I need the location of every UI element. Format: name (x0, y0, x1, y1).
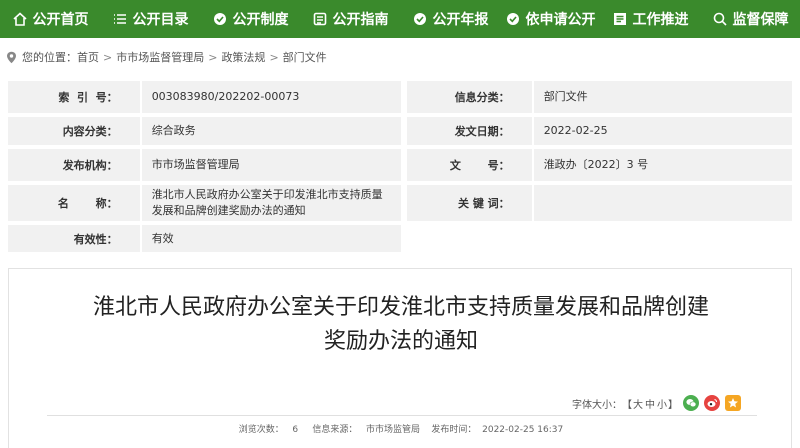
doc-number-label: 文 号： (406, 149, 532, 181)
nav-apply-label: 依申请公开 (525, 12, 596, 28)
issue-date-label: 发文日期： (406, 117, 532, 145)
doc-number-value: 淮政办〔2022〕3 号 (533, 149, 792, 181)
breadcrumb-separator: > (103, 50, 113, 64)
validity-value: 有效 (141, 225, 401, 252)
issue-date-value: 2022-02-25 (533, 117, 792, 145)
article-meta: 浏览次数： 6 信息来源： 市市场监管局 发布时间： 2022-02-25 16… (238, 425, 564, 435)
nav-annual-report[interactable]: 公开年报 (400, 0, 500, 38)
nav-apply[interactable]: 依申请公开 (500, 0, 600, 38)
article-title-line1: 淮北市人民政府办公室关于印发淮北市支持质量发展和品牌创建 (92, 295, 709, 320)
list-icon (112, 11, 128, 27)
article-divider (47, 415, 757, 416)
content-category-label: 内容分类： (8, 117, 140, 145)
font-size-large-button[interactable]: 大 (633, 396, 643, 411)
breadcrumb-bureau[interactable]: 市市场监督管理局 (116, 49, 204, 65)
nav-institution[interactable]: 公开制度 (200, 0, 300, 38)
nav-progress-label: 工作推进 (632, 12, 689, 28)
qzone-share-icon[interactable] (725, 395, 741, 411)
category-value: 部门文件 (533, 81, 792, 113)
nav-home[interactable]: 公开首页 (0, 0, 100, 38)
report-icon (412, 11, 428, 27)
content-category-value: 综合政务 (141, 117, 401, 145)
article-tools: 字体大小： 【 大 中 小 】 (572, 395, 741, 411)
validity-label: 有效性： (8, 225, 140, 252)
institution-icon (212, 11, 228, 27)
article-title-line2: 奖励办法的通知 (323, 329, 478, 354)
publisher-value: 市市场监督管理局 (141, 149, 401, 181)
progress-icon (612, 11, 628, 27)
wechat-share-icon[interactable] (683, 395, 699, 411)
doc-name-value: 淮北市人民政府办公室关于印发淮北市支持质量发展和品牌创建奖励办法的通知 (141, 185, 401, 221)
nav-home-label: 公开首页 (32, 12, 89, 28)
category-label: 信息分类： (406, 81, 532, 113)
breadcrumb-home[interactable]: 首页 (77, 49, 99, 65)
nav-annual-report-label: 公开年报 (432, 12, 489, 28)
breadcrumb-separator: > (269, 50, 279, 64)
article-title: 淮北市人民政府办公室关于印发淮北市支持质量发展和品牌创建 奖励办法的通知 (9, 291, 793, 359)
font-size-medium-button[interactable]: 中 (645, 396, 655, 411)
breadcrumb-separator: > (208, 50, 218, 64)
nav-catalog-label: 公开目录 (132, 12, 189, 28)
doc-name-label: 名 称： (8, 185, 140, 221)
font-size-label: 字体大小： (572, 399, 622, 411)
nav-supervise[interactable]: 监督保障 (700, 0, 800, 38)
index-value: 003083980/202202-00073 (141, 81, 401, 113)
nav-institution-label: 公开制度 (232, 12, 289, 28)
breadcrumb: 您的位置： 首页 > 市市场监督管理局 > 政策法规 > 部门文件 (6, 49, 327, 65)
bracket-close: 】 (668, 399, 678, 411)
top-navigation: 公开首页 公开目录 公开制度 公开指南 公开年报 依申请公开 工作推进 监督保障 (0, 0, 800, 38)
weibo-share-icon[interactable] (704, 395, 720, 411)
publisher-label: 发布机构： (8, 149, 140, 181)
home-icon (12, 11, 28, 27)
nav-catalog[interactable]: 公开目录 (100, 0, 200, 38)
document-info-table: 索 引 号： 003083980/202202-00073 信息分类： 部门文件… (8, 81, 792, 252)
keyword-label: 关 键 词： (406, 185, 532, 221)
location-icon (6, 51, 17, 64)
index-label: 索 引 号： (8, 81, 140, 113)
font-size-small-button[interactable]: 小 (657, 396, 667, 411)
keyword-value (533, 185, 792, 221)
nav-guide[interactable]: 公开指南 (300, 0, 400, 38)
nav-progress[interactable]: 工作推进 (600, 0, 700, 38)
breadcrumb-prefix: 您的位置： (22, 51, 77, 64)
breadcrumb-policy[interactable]: 政策法规 (221, 49, 265, 65)
breadcrumb-department-docs[interactable]: 部门文件 (283, 49, 327, 65)
nav-supervise-label: 监督保障 (732, 12, 789, 28)
bracket-open: 【 (622, 399, 632, 411)
supervise-icon (712, 11, 728, 27)
article-container: 淮北市人民政府办公室关于印发淮北市支持质量发展和品牌创建 奖励办法的通知 字体大… (8, 268, 792, 448)
guide-icon (312, 11, 328, 27)
nav-guide-label: 公开指南 (332, 12, 389, 28)
apply-icon (505, 11, 521, 27)
